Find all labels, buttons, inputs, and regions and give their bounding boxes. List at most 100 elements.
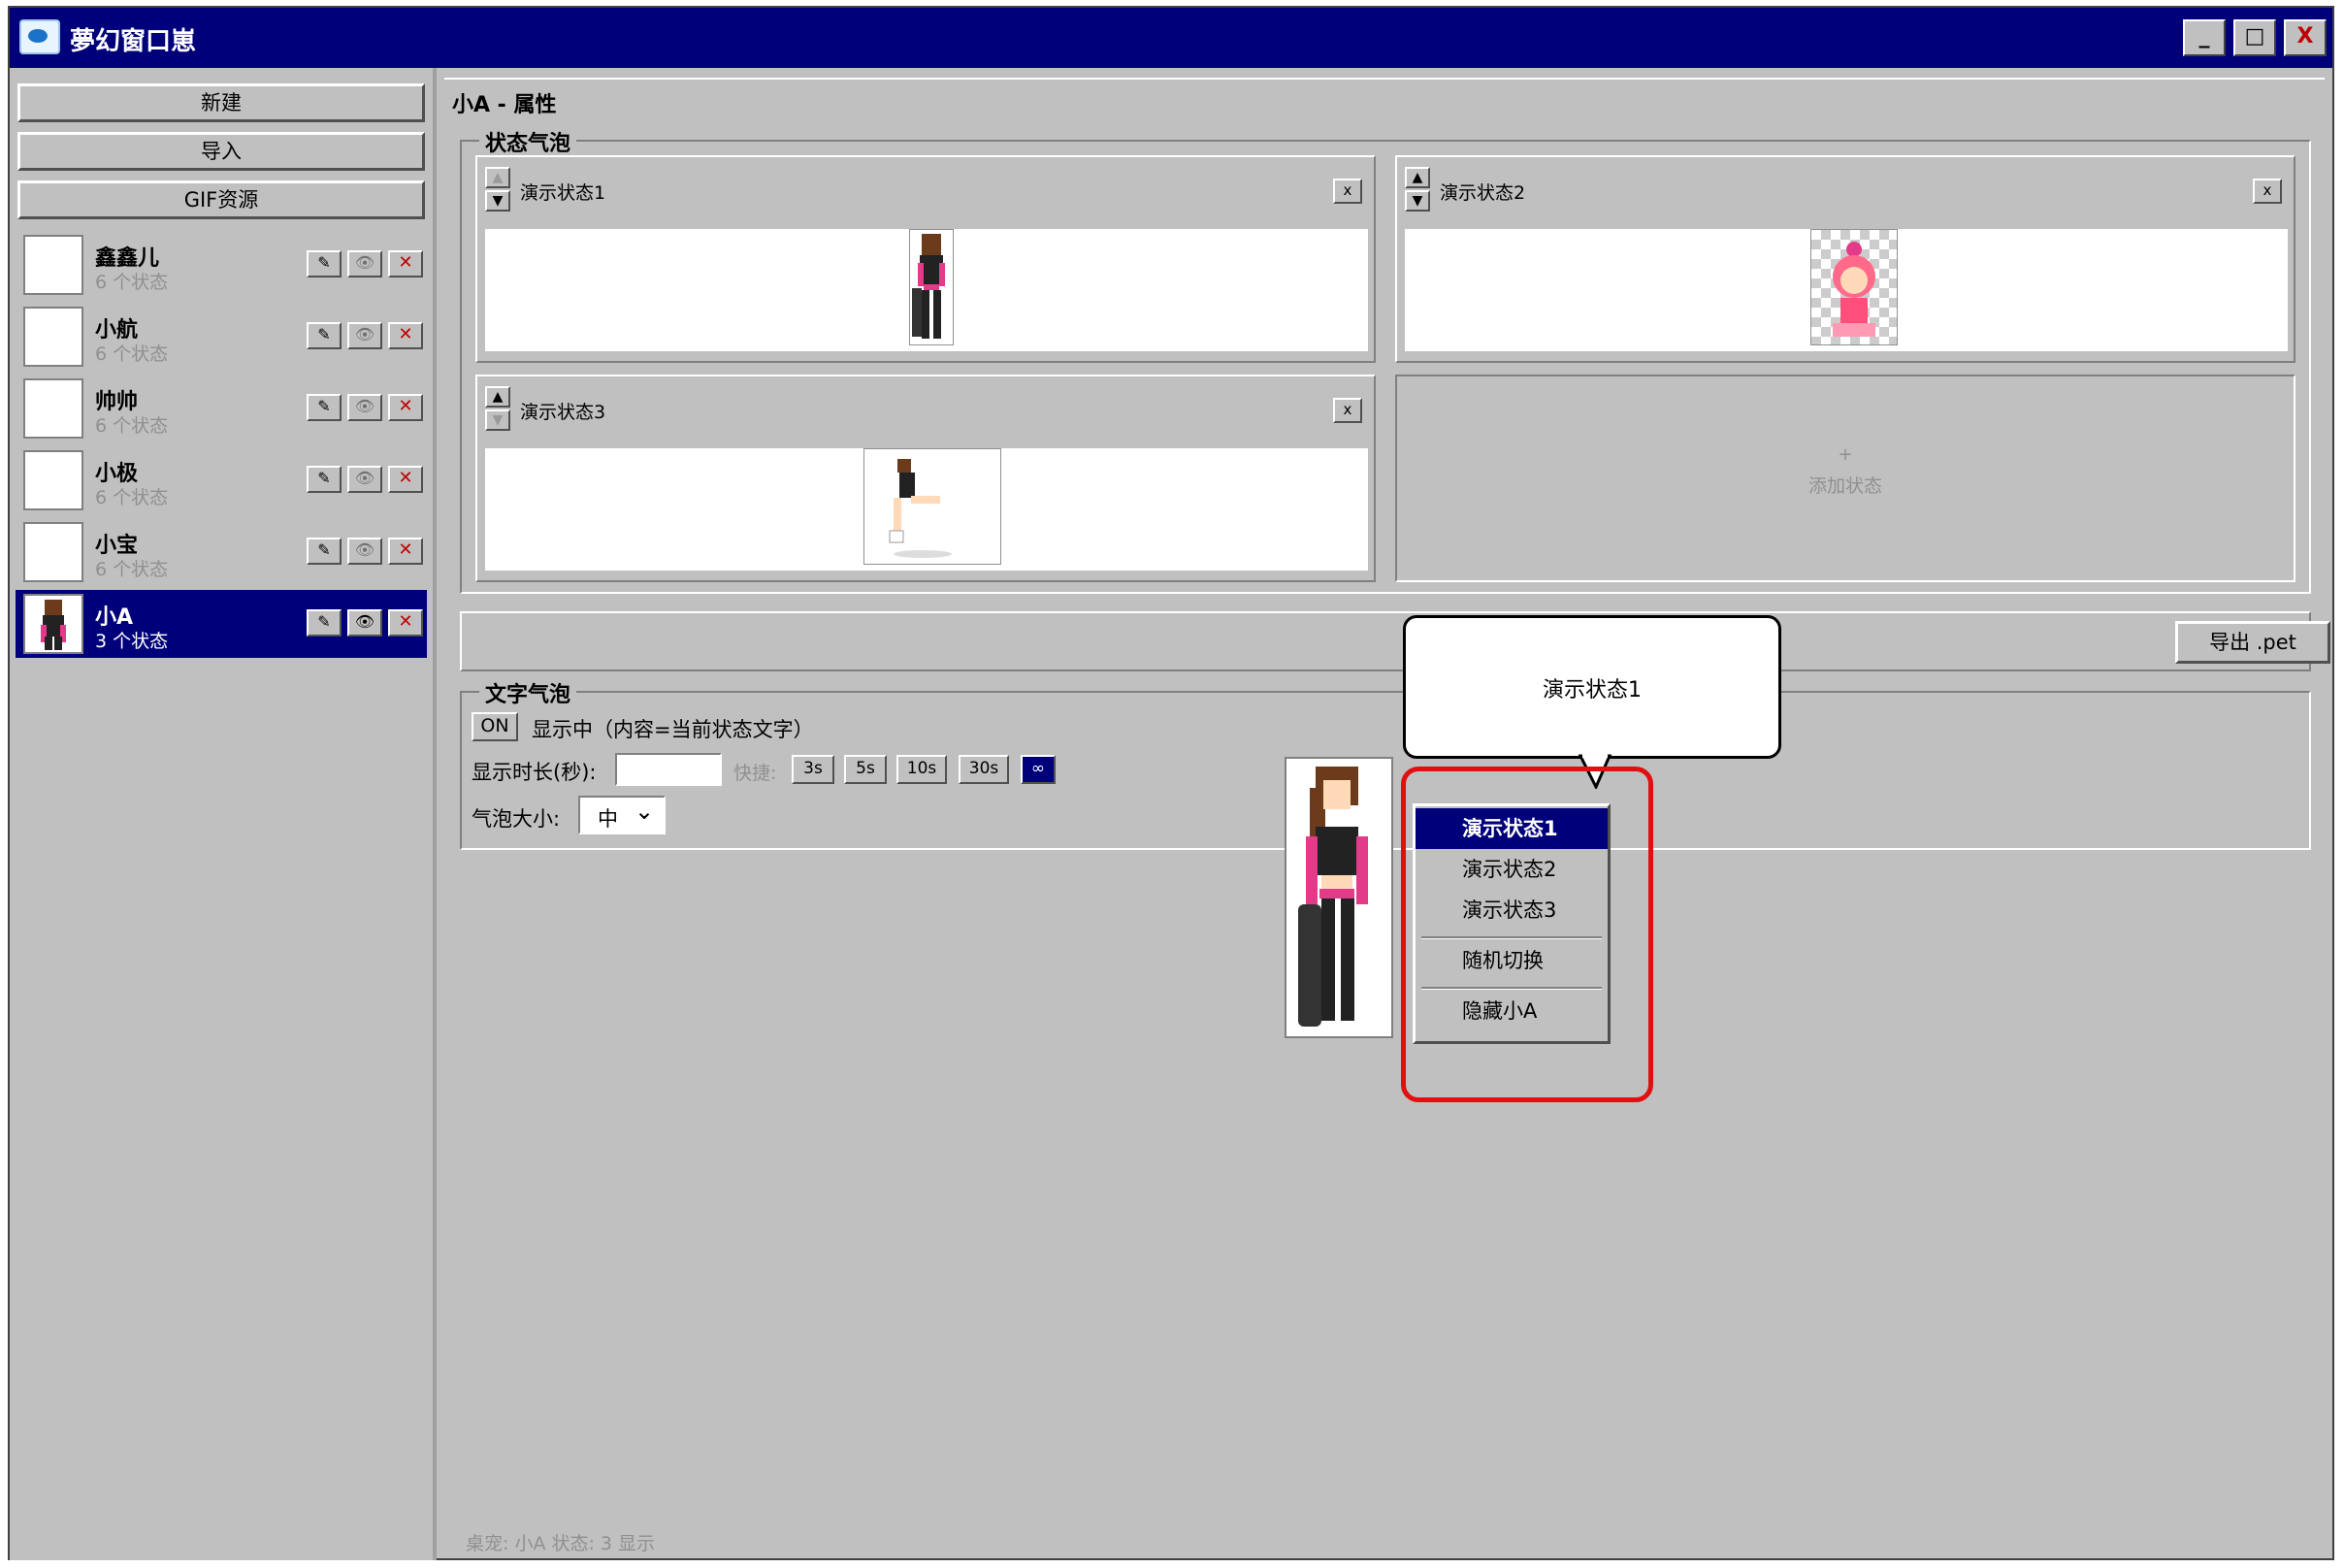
pet-thumbnail [23, 594, 83, 654]
pet-item[interactable]: 小极 6 个状态 ✎ 👁 ✕ [16, 446, 427, 514]
pet-item-selected[interactable]: 小A 3 个状态 ✎ 👁 ✕ [16, 590, 427, 658]
pet-state-count: 6 个状态 [95, 487, 169, 508]
edit-icon[interactable]: ✎ [307, 466, 342, 493]
pet-item[interactable]: 小宝 6 个状态 ✎ 👁 ✕ [16, 518, 427, 586]
close-button[interactable]: X [2284, 19, 2327, 56]
menu-item-state-1[interactable]: 演示状态1 [1416, 808, 1608, 849]
desktop-pet[interactable] [1285, 757, 1393, 1038]
eye-icon[interactable]: 👁 [347, 609, 382, 637]
quick-label: 快捷: [733, 763, 777, 784]
maximize-button[interactable]: □ [2233, 19, 2276, 56]
eye-icon[interactable]: 👁 [347, 538, 382, 565]
delete-icon[interactable]: ✕ [388, 394, 423, 421]
edit-icon[interactable]: ✎ [307, 250, 342, 278]
state-card[interactable]: ▲ ▼ 演示状态1 x [475, 155, 1376, 363]
new-button[interactable]: 新建 [17, 83, 425, 122]
remove-state-button[interactable]: x [2253, 179, 2282, 204]
menu-item-hide[interactable]: 隐藏小A [1416, 991, 1608, 1031]
move-down-button[interactable]: ▼ [485, 190, 510, 212]
status-bar: 桌宠: 小A 状态: 3 显示 [466, 1533, 656, 1554]
delete-icon[interactable]: ✕ [388, 466, 423, 493]
context-menu: 演示状态1 演示状态2 演示状态3 随机切换 隐藏小A [1413, 803, 1611, 1044]
move-down-button[interactable]: ▼ [1405, 190, 1430, 212]
remove-state-button[interactable]: x [1333, 179, 1362, 204]
quick-30s-button[interactable]: 30s [959, 755, 1009, 784]
state-group: 状态气泡 ▲ ▼ 演示状态1 x ▲ ▼ 演示状态2 x ▲ ▼ 演示状态3 x… [460, 126, 2311, 594]
pet-item[interactable]: 鑫鑫儿 6 个状态 ✎ 👁 ✕ [16, 231, 427, 299]
edit-icon[interactable]: ✎ [307, 609, 342, 637]
state-group-label: 状态气泡 [479, 126, 577, 157]
quick-3s-button[interactable]: 3s [792, 755, 834, 784]
state-name: 演示状态2 [1440, 182, 1526, 204]
delete-icon[interactable]: ✕ [388, 538, 423, 565]
bubble-on-desc: 显示中（内容=当前状态文字） [532, 718, 814, 741]
pet-item[interactable]: 帅帅 6 个状态 ✎ 👁 ✕ [16, 375, 427, 442]
state-preview [1405, 229, 2288, 351]
chevron-down-icon: ⌄ [635, 798, 655, 825]
import-button[interactable]: 导入 [17, 132, 425, 171]
gif-resources-button[interactable]: GIF资源 [17, 180, 425, 219]
eye-icon[interactable]: 👁 [347, 250, 382, 278]
menu-separator [1421, 936, 1602, 939]
edit-icon[interactable]: ✎ [307, 538, 342, 565]
state-preview [485, 229, 1368, 351]
sidebar: 新建 导入 GIF资源 鑫鑫儿 6 个状态 ✎ 👁 ✕ 小航 6 个状态 ✎ 👁… [10, 68, 437, 1560]
move-down-button[interactable]: ▼ [485, 409, 510, 431]
sprite-image [863, 448, 1001, 565]
state-card[interactable]: ▲ ▼ 演示状态3 x [475, 375, 1376, 582]
state-preview [485, 448, 1368, 571]
panel-title: 小A - 属性 [452, 93, 557, 117]
add-state-button[interactable]: + 添加状态 [1395, 375, 2295, 582]
move-up-button[interactable]: ▲ [485, 167, 510, 188]
menu-item-state-2[interactable]: 演示状态2 [1416, 849, 1608, 890]
delete-icon[interactable]: ✕ [388, 250, 423, 278]
export-bar: 导出 .pet [460, 611, 2330, 671]
delete-icon[interactable]: ✕ [388, 322, 423, 349]
pet-state-count: 6 个状态 [95, 272, 169, 293]
fish-icon [19, 19, 60, 54]
quick-5s-button[interactable]: 5s [844, 755, 887, 784]
pet-state-count: 6 个状态 [95, 343, 169, 365]
eye-icon[interactable]: 👁 [347, 466, 382, 493]
quick-10s-button[interactable]: 10s [896, 755, 947, 784]
pet-thumbnail [23, 522, 83, 582]
app-window: 夢幻窗口崽 _ □ X 新建 导入 GIF资源 鑫鑫儿 6 个状态 ✎ 👁 ✕ … [8, 6, 2334, 1560]
pet-thumbnail [23, 450, 83, 510]
move-up-button[interactable]: ▲ [1405, 167, 1430, 188]
quick-infinite-button[interactable]: ∞ [1021, 755, 1056, 784]
pet-thumbnail [23, 378, 83, 439]
duration-input[interactable] [615, 753, 722, 786]
pet-thumbnail [23, 307, 83, 367]
state-name: 演示状态3 [520, 402, 606, 423]
minimize-button[interactable]: _ [2183, 19, 2226, 56]
menu-separator [1421, 987, 1602, 990]
eye-icon[interactable]: 👁 [347, 322, 382, 349]
remove-state-button[interactable]: x [1333, 398, 1362, 423]
export-pet-button[interactable]: 导出 .pet [2175, 621, 2330, 664]
move-up-button[interactable]: ▲ [485, 386, 510, 408]
bubble-size-label: 气泡大小: [472, 807, 561, 831]
eye-icon[interactable]: 👁 [347, 394, 382, 421]
sprite-image [909, 229, 954, 345]
pet-state-count: 6 个状态 [95, 559, 169, 580]
title-bar[interactable]: 夢幻窗口崽 _ □ X [10, 8, 2332, 68]
pet-state-count: 6 个状态 [95, 415, 169, 437]
pet-state-count: 3 个状态 [95, 631, 169, 652]
edit-icon[interactable]: ✎ [307, 322, 342, 349]
edit-icon[interactable]: ✎ [307, 394, 342, 421]
pet-sprite-icon [1298, 767, 1368, 1027]
add-state-label: 添加状态 [1807, 475, 1882, 497]
pet-item[interactable]: 小航 6 个状态 ✎ 👁 ✕ [16, 303, 427, 371]
bubble-size-select[interactable]: 中 ⌄ [578, 796, 666, 834]
duration-label: 显示时长(秒): [472, 761, 597, 784]
speech-bubble: 演示状态1 [1403, 615, 1781, 789]
bubble-text: 演示状态1 [1543, 678, 1642, 702]
delete-icon[interactable]: ✕ [388, 609, 423, 637]
menu-item-random[interactable]: 随机切换 [1416, 940, 1608, 981]
menu-item-state-3[interactable]: 演示状态3 [1416, 890, 1608, 931]
window-title: 夢幻窗口崽 [70, 27, 197, 56]
state-card[interactable]: ▲ ▼ 演示状态2 x [1395, 155, 2295, 363]
bubble-on-toggle[interactable]: ON [472, 712, 518, 741]
sprite-image [1810, 229, 1898, 345]
text-bubble-label: 文字气泡 [479, 677, 577, 708]
